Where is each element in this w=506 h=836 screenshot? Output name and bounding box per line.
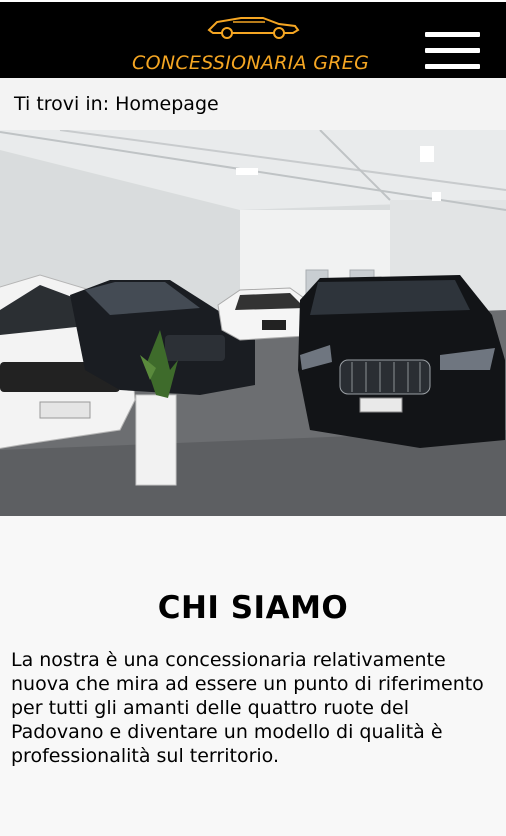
showroom-photo [0, 130, 506, 516]
about-title: CHI SIAMO [157, 590, 349, 626]
site-header: CONCESSIONARIA GREG [0, 0, 506, 78]
about-description: La nostra è una concessionaria relativam… [11, 649, 484, 767]
breadcrumb: Ti trovi in: Homepage [0, 78, 506, 130]
about-section: CHI SIAMO La nostra è una concessionaria… [0, 516, 506, 768]
hamburger-menu-icon[interactable] [425, 32, 480, 70]
brand-name[interactable]: CONCESSIONARIA GREG [132, 52, 369, 74]
